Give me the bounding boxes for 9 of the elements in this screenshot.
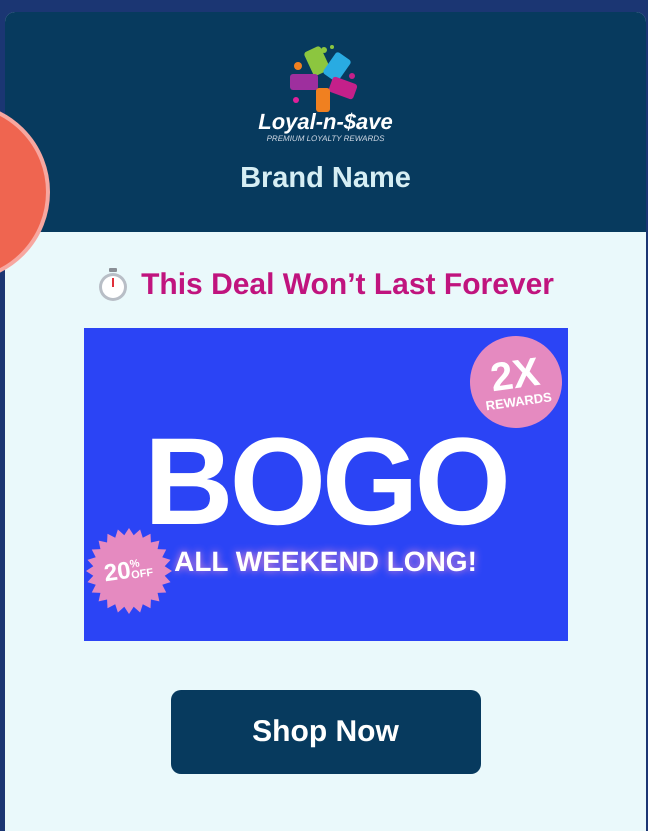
banner-title: BOGO [144,432,507,532]
banner-subtitle: ALL WEEKEND LONG! [174,546,477,578]
shop-now-button[interactable]: Shop Now [170,690,480,774]
stopwatch-icon [97,268,130,302]
starburst-icon [86,528,172,614]
brand-name: Brand Name [240,162,411,195]
headline: This Deal Won’t Last Forever [141,268,554,302]
logo-tagline: PREMIUM LOYALTY REWARDS [266,134,384,144]
logo-wordmark: Loyal-n-$ave [258,110,393,134]
